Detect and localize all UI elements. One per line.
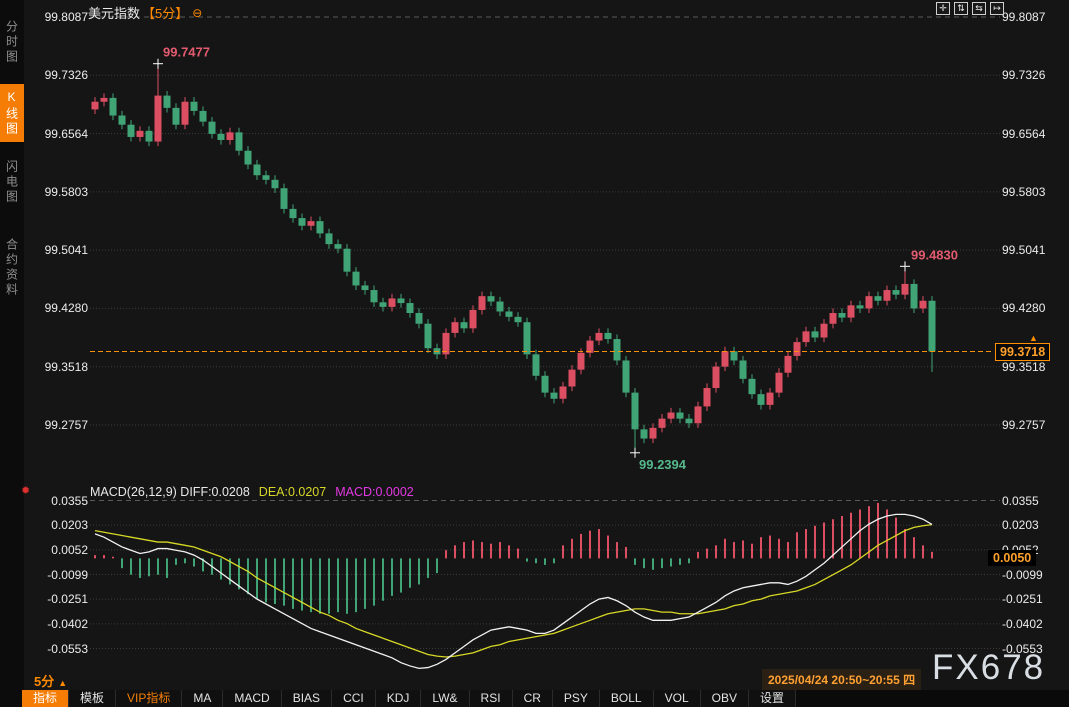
macd-diff-label: MACD(26,12,9) DIFF:0.0208 [90,485,250,499]
svg-text:99.7477: 99.7477 [163,45,210,60]
export-icon[interactable]: ↦ [990,2,1004,15]
macd-current-tag: 0.0050 [988,550,1036,566]
toolbar-item-1[interactable]: 指标 [22,690,69,707]
toolbar-item-11[interactable]: CR [513,690,553,707]
toolbar-item-15[interactable]: OBV [701,690,749,707]
toolbar-item-7[interactable]: CCI [332,690,376,707]
indicator-toolbar: 指标模板VIP指标MAMACDBIASCCIKDJLW&RSICRPSYBOLL… [22,690,1069,707]
svg-text:99.2394: 99.2394 [639,457,687,472]
chevron-up-icon: ▲ [58,678,67,688]
toolbar-item-3[interactable]: VIP指标 [116,690,182,707]
toolbar-item-14[interactable]: VOL [654,690,701,707]
toolbar-item-4[interactable]: MA [182,690,223,707]
toolbar-item-10[interactable]: RSI [470,690,513,707]
macd-value-label: MACD:0.0002 [335,485,414,499]
candle-datetime-label: 2025/04/24 20:50~20:55 四 [762,669,921,690]
collapse-panel-icon[interactable]: ⊖ [192,6,202,20]
svg-text:99.4830: 99.4830 [911,247,958,262]
pan-icon[interactable]: ✛ [936,2,950,15]
chart-canvas[interactable]: 99.7477 99.4830 99.2394 [0,0,1069,707]
symbol-title: 美元指数 [88,3,140,22]
period-tag: 【5分】 [142,3,188,22]
toolbar-item-8[interactable]: KDJ [376,690,422,707]
macd-dea-label: DEA:0.0207 [259,485,326,499]
price-up-arrow-icon: ▲ [1029,333,1038,343]
toolbar-item-9[interactable]: LW& [421,690,469,707]
chart-header: 美元指数 【5分】 ⊖ [88,3,202,22]
period-selector[interactable]: 5分 ▲ [34,671,67,690]
toolbar-item-12[interactable]: PSY [553,690,600,707]
x-axis-scale-icon[interactable]: ⇆ [972,2,986,15]
indicator-dot-icon[interactable]: ✹ [21,484,30,497]
y-axis-scale-icon[interactable]: ⇅ [954,2,968,15]
toolbar-item-2[interactable]: 模板 [69,690,116,707]
trading-app-window: 分时图 K线图 闪电图 合约资料 99.747799.483099.2394 9… [0,0,1069,707]
toolbar-item-16[interactable]: 设置 [749,690,796,707]
period-selector-label: 5分 [34,674,54,689]
toolbar-item-6[interactable]: BIAS [282,690,332,707]
toolbar-item-13[interactable]: BOLL [600,690,654,707]
fx678-watermark: FX678 [932,648,1045,688]
chart-controls: ✛ ⇅ ⇆ ↦ [936,2,1004,15]
last-price-tag: 99.3718 [995,343,1050,361]
toolbar-item-5[interactable]: MACD [223,690,281,707]
macd-header: MACD(26,12,9) DIFF:0.0208 DEA:0.0207 MAC… [90,485,414,499]
